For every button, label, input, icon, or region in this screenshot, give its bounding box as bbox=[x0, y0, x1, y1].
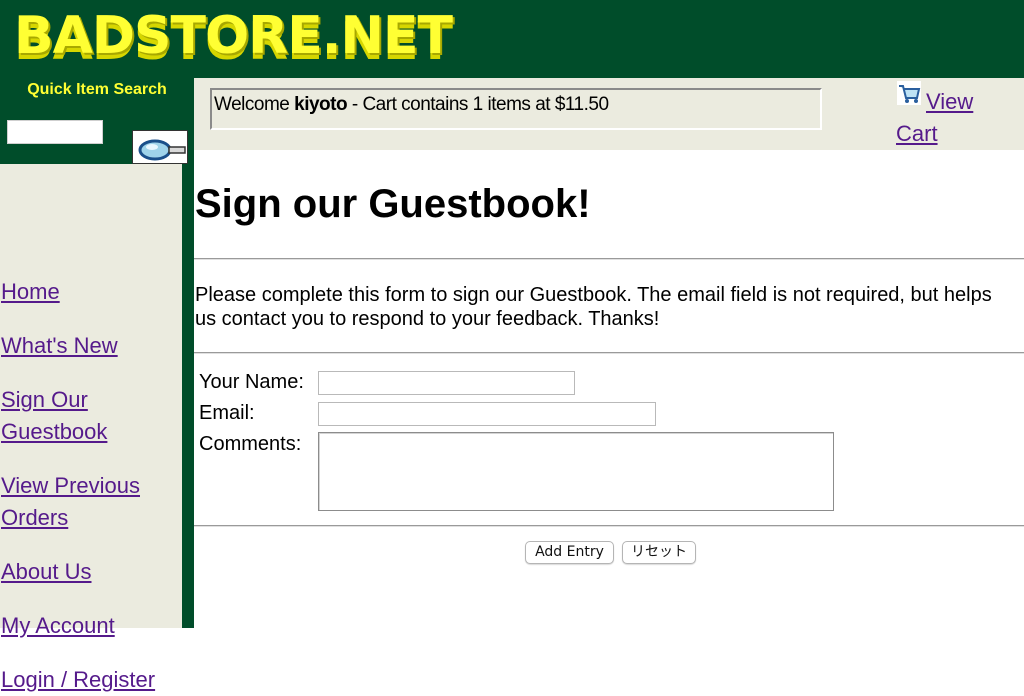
site-logo[interactable]: BADSTORE.NET bbox=[14, 6, 453, 66]
intro-text: Please complete this form to sign our Gu… bbox=[195, 284, 992, 330]
email-input[interactable] bbox=[318, 402, 656, 426]
add-entry-button[interactable]: Add Entry bbox=[525, 541, 614, 564]
nav-my-account-link[interactable]: My Account bbox=[1, 610, 181, 642]
nav-previous-orders-link[interactable]: View Previous Orders bbox=[1, 470, 181, 534]
name-label: Your Name: bbox=[199, 371, 304, 393]
site-header: BADSTORE.NET bbox=[0, 0, 1024, 78]
nav-guestbook-link[interactable]: Sign Our Guestbook bbox=[1, 384, 181, 448]
welcome-prefix: Welcome bbox=[214, 94, 295, 115]
welcome-bar: Welcome kiyoto - Cart contains 1 items a… bbox=[194, 78, 1024, 150]
comments-label: Comments: bbox=[199, 433, 302, 455]
comments-textarea[interactable] bbox=[318, 432, 834, 511]
welcome-message: Welcome kiyoto - Cart contains 1 items a… bbox=[210, 88, 822, 130]
magnifier-icon bbox=[138, 139, 186, 161]
email-label: Email: bbox=[199, 402, 255, 424]
quick-search-button[interactable] bbox=[132, 130, 188, 164]
left-sidebar: Quick Item Search Home What's New Sign O… bbox=[0, 78, 194, 692]
quick-search-label: Quick Item Search bbox=[27, 81, 167, 98]
divider bbox=[194, 352, 1024, 354]
sidebar-nav: Home What's New Sign Our Guestbook View … bbox=[0, 164, 182, 692]
nav-whats-new-link[interactable]: What's New bbox=[1, 330, 181, 362]
reset-button[interactable]: リセット bbox=[622, 541, 696, 564]
quick-search-input[interactable] bbox=[7, 120, 103, 144]
welcome-username: kiyoto bbox=[294, 94, 348, 115]
cart-summary: - Cart contains 1 items at $11.50 bbox=[347, 94, 609, 115]
divider bbox=[194, 258, 1024, 260]
nav-login-register-link[interactable]: Login / Register bbox=[1, 664, 181, 696]
page-title: Sign our Guestbook! bbox=[195, 182, 591, 226]
nav-home-link[interactable]: Home bbox=[1, 276, 181, 308]
divider bbox=[194, 525, 1024, 527]
name-input[interactable] bbox=[318, 371, 575, 395]
nav-about-us-link[interactable]: About Us bbox=[1, 556, 181, 588]
view-cart-link[interactable]: View Cart bbox=[896, 86, 1006, 150]
